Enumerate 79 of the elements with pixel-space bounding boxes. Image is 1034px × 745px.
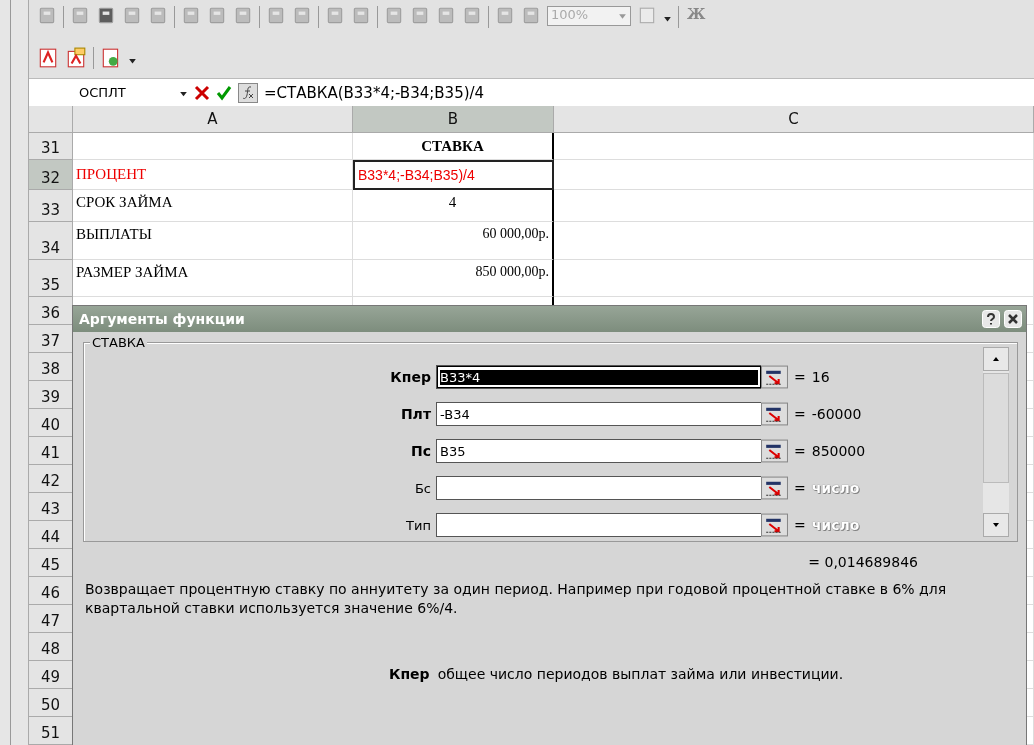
row-header[interactable]: 50 <box>29 689 73 717</box>
row-header[interactable]: 33 <box>29 190 73 222</box>
group-label: СТАВКА <box>90 335 147 350</box>
equals-sign: = <box>794 480 806 496</box>
table-cell: СТАВКА <box>353 133 554 160</box>
row-header[interactable]: 43 <box>29 493 73 521</box>
down-arrow-icon <box>992 521 1000 529</box>
equals-sign: = <box>794 443 806 459</box>
table-cell: B33*4;-B34;B35)/4 <box>353 160 554 190</box>
equals-sign: = <box>794 406 806 422</box>
column-header[interactable]: A <box>73 106 353 133</box>
row-header[interactable]: 39 <box>29 381 73 409</box>
argument-result: 16 <box>811 369 830 385</box>
row-header[interactable]: 31 <box>29 133 73 160</box>
argument-name: Кпер <box>389 666 430 682</box>
argument-field[interactable] <box>436 513 761 537</box>
row-header[interactable]: 46 <box>29 577 73 605</box>
table-cell: ВЫПЛАТЫ <box>73 222 353 260</box>
row-header[interactable]: 48 <box>29 633 73 661</box>
row-header[interactable]: 42 <box>29 465 73 493</box>
scroll-down-button[interactable] <box>983 513 1009 537</box>
table-cell: 4 <box>353 190 554 222</box>
checkmark-icon[interactable] <box>216 84 232 101</box>
row-header[interactable]: 47 <box>29 605 73 633</box>
row-header[interactable]: 32 <box>29 160 73 190</box>
argument-label: Бс <box>413 480 432 496</box>
row-header[interactable]: 37 <box>29 325 73 353</box>
collapse-dialog-icon[interactable] <box>761 476 788 500</box>
name-box[interactable]: ОСПЛТ <box>29 85 173 100</box>
row-header[interactable]: 44 <box>29 521 73 549</box>
formula-input[interactable]: =СТАВКА(B33*4;-B34;B35)/4 <box>264 83 485 102</box>
up-arrow-icon <box>992 355 1000 363</box>
argument-field[interactable]: B33*4 <box>436 365 761 389</box>
row-header[interactable]: 38 <box>29 353 73 381</box>
row-header[interactable]: 40 <box>29 409 73 437</box>
scrollbar[interactable] <box>983 347 1009 537</box>
cancel-icon[interactable] <box>194 84 210 101</box>
argument-result: 850000 <box>811 443 866 459</box>
row-header[interactable]: 45 <box>29 549 73 577</box>
table-cell: РАЗМЕР ЗАЙМА <box>73 260 353 297</box>
function-description: Возвращает процентную ставку по аннуитету за один период. Например при годовой процентной ставке в 6% для квартальной ставки используется значение 6%/4. <box>85 580 948 618</box>
equals-sign: = <box>794 517 806 533</box>
pdf-icon[interactable] <box>37 47 59 69</box>
argument-label: Пс <box>410 443 432 459</box>
row-header[interactable]: 41 <box>29 437 73 465</box>
table-cell: 60 000,00р. <box>353 222 554 260</box>
argument-description: общее число периодов выплат займа или инвестиции. <box>437 666 844 682</box>
row-header[interactable]: 49 <box>29 661 73 689</box>
collapse-dialog-icon[interactable] <box>761 439 788 463</box>
argument-label: Плт <box>399 406 432 422</box>
close-icon[interactable] <box>1004 310 1022 328</box>
scroll-up-button[interactable] <box>983 347 1009 371</box>
collapse-dialog-icon[interactable] <box>761 513 788 537</box>
argument-field[interactable]: B35 <box>436 439 761 463</box>
column-header[interactable]: C <box>554 106 1034 133</box>
table-cell: 850 000,00р. <box>353 260 554 297</box>
argument-label: Тип <box>405 517 432 533</box>
table-cell: ПРОЦЕНТ <box>73 160 353 190</box>
dialog-title: Аргументы функции <box>79 311 246 327</box>
pdf-comment-icon[interactable] <box>65 47 87 69</box>
column-header[interactable]: B <box>353 106 554 133</box>
argument-field[interactable] <box>436 476 761 500</box>
collapse-dialog-icon[interactable] <box>761 365 788 389</box>
formula-result: = 0,014689846 <box>807 554 919 570</box>
argument-label: Кпер <box>389 369 432 385</box>
table-cell: СРОК ЗАЙМА <box>73 190 353 222</box>
row-header[interactable]: 35 <box>29 260 73 297</box>
insert-function-icon[interactable] <box>238 82 258 103</box>
select-all-corner[interactable] <box>29 106 73 133</box>
argument-type-hint: число <box>811 480 860 496</box>
collapse-dialog-icon[interactable] <box>761 402 788 426</box>
argument-field[interactable]: -B34 <box>436 402 761 426</box>
row-header[interactable]: 51 <box>29 717 73 745</box>
argument-result: -60000 <box>811 406 862 422</box>
equals-sign: = <box>794 369 806 385</box>
argument-type-hint: число <box>811 517 860 533</box>
row-header[interactable]: 36 <box>29 297 73 325</box>
row-header[interactable]: 34 <box>29 222 73 260</box>
scroll-thumb[interactable] <box>983 373 1009 483</box>
